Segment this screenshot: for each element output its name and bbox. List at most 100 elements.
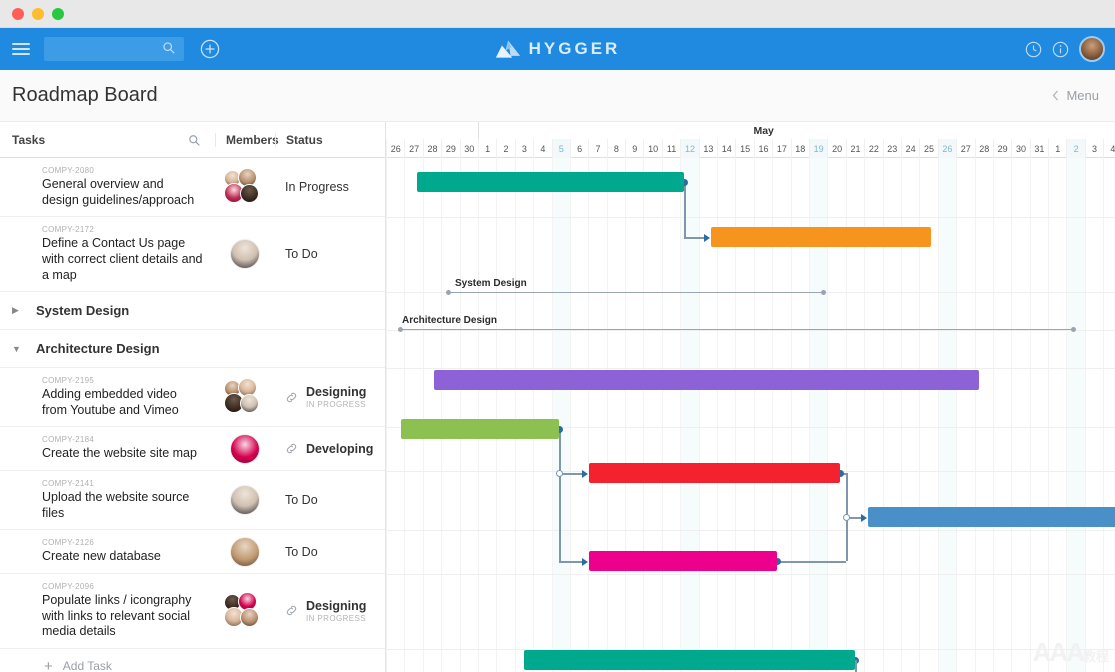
grid-column <box>1048 158 1066 672</box>
bar-general-overview[interactable] <box>417 172 684 192</box>
bar-list-function[interactable] <box>524 650 855 670</box>
day-cell[interactable]: 28 <box>974 139 993 158</box>
table-row[interactable]: COMPY-2096 Populate links / icongraphy wi… <box>0 573 385 649</box>
day-cell[interactable]: 3 <box>514 139 533 158</box>
dependency-link <box>684 182 686 237</box>
bar-contact-us-page[interactable] <box>711 227 931 247</box>
add-task-button[interactable]: + Add Task <box>0 649 385 672</box>
row-separator <box>386 530 1115 531</box>
maximize-button[interactable] <box>52 7 64 20</box>
milestone-endpoint[interactable] <box>398 327 403 332</box>
minimize-button[interactable] <box>32 7 44 20</box>
day-cell[interactable]: 8 <box>606 139 625 158</box>
status-cell[interactable]: To Do <box>275 493 385 507</box>
day-cell[interactable]: 30 <box>1011 139 1029 158</box>
day-cell[interactable]: 28 <box>422 139 441 158</box>
day-cell[interactable]: 3 <box>1084 139 1103 158</box>
avatar[interactable] <box>230 239 260 270</box>
day-cell[interactable]: 6 <box>569 139 588 158</box>
day-cell[interactable]: 24 <box>900 139 919 158</box>
day-cell[interactable]: 7 <box>588 139 606 158</box>
day-cell[interactable]: 9 <box>625 139 643 158</box>
day-cell[interactable]: 15 <box>735 139 753 158</box>
chevron-down-icon[interactable]: ▼ <box>12 344 26 354</box>
avatar[interactable] <box>230 433 260 464</box>
bar-new-database[interactable] <box>868 507 1115 527</box>
status-cell[interactable]: Designing IN PROGRESS <box>275 599 385 623</box>
day-cell[interactable]: 31 <box>1029 139 1048 158</box>
user-avatar[interactable] <box>1079 36 1105 62</box>
day-cell[interactable]: 2 <box>1066 139 1085 158</box>
clock-icon[interactable] <box>1025 41 1042 58</box>
day-cell[interactable]: 10 <box>643 139 661 158</box>
day-cell[interactable]: 19 <box>808 139 828 158</box>
avatar[interactable] <box>230 536 260 567</box>
day-cell[interactable]: 5 <box>551 139 570 158</box>
hamburger-icon[interactable] <box>12 40 30 58</box>
day-cell[interactable]: 2 <box>496 139 514 158</box>
avatar-group[interactable] <box>224 378 266 416</box>
day-cell[interactable]: 30 <box>459 139 478 158</box>
task-key: COMPY-2184 <box>42 435 95 445</box>
chevron-right-icon[interactable]: ▶ <box>12 305 26 316</box>
search-input[interactable] <box>44 37 184 61</box>
status-cell[interactable]: To Do <box>275 545 385 559</box>
day-cell[interactable]: 1 <box>477 139 496 158</box>
day-cell[interactable]: 16 <box>753 139 772 158</box>
day-cell[interactable]: 17 <box>772 139 790 158</box>
dependency-start-node[interactable] <box>555 469 563 477</box>
milestone-endpoint[interactable] <box>821 290 826 295</box>
day-cell[interactable]: 23 <box>882 139 901 158</box>
table-row[interactable]: COMPY-2195 Adding embedded video from You… <box>0 368 385 428</box>
search-icon[interactable] <box>188 134 201 147</box>
day-cell[interactable]: 4 <box>1103 139 1115 158</box>
table-row[interactable]: COMPY-2172 Define a Contact Us page with … <box>0 217 385 293</box>
bar-embedded-video[interactable] <box>434 370 979 390</box>
info-icon[interactable] <box>1052 41 1069 58</box>
menu-button[interactable]: Menu <box>1052 88 1099 103</box>
day-cell[interactable]: 4 <box>533 139 551 158</box>
hygger-logo-icon <box>495 40 520 58</box>
day-cell[interactable]: 29 <box>441 139 459 158</box>
status-cell[interactable]: Developing <box>275 442 385 456</box>
group-row-system-design[interactable]: ▶ System Design <box>0 292 385 331</box>
plus-circle-icon[interactable] <box>200 39 220 59</box>
close-button[interactable] <box>12 7 24 20</box>
table-row[interactable]: COMPY-2126 Create new database To Do <box>0 530 385 574</box>
table-row[interactable]: COMPY-2184 Create the website site map Dev… <box>0 427 385 471</box>
avatar-group[interactable] <box>224 168 266 206</box>
status-badge: To Do <box>285 493 318 508</box>
day-cell[interactable]: 27 <box>404 139 422 158</box>
day-cell[interactable]: 26 <box>937 139 957 158</box>
day-cell[interactable]: 25 <box>919 139 937 158</box>
day-cell[interactable]: 11 <box>661 139 680 158</box>
day-cell[interactable]: 22 <box>864 139 882 158</box>
group-row-architecture-design[interactable]: ▼ Architecture Design <box>0 330 385 369</box>
table-row[interactable]: COMPY-2080 General overview and design gu… <box>0 158 385 218</box>
day-cell[interactable]: 29 <box>992 139 1011 158</box>
day-cell[interactable]: 12 <box>680 139 699 158</box>
dependency-start-node[interactable] <box>842 513 850 521</box>
avatar[interactable] <box>230 485 260 516</box>
bar-source-files[interactable] <box>589 463 840 483</box>
task-rows: COMPY-2080 General overview and design gu… <box>0 158 385 672</box>
bar-populate-links[interactable] <box>589 551 777 571</box>
dependency-link <box>559 561 583 563</box>
day-cell[interactable]: 13 <box>698 139 717 158</box>
day-cell[interactable]: 14 <box>717 139 735 158</box>
status-cell[interactable]: In Progress <box>275 180 385 194</box>
avatar-group[interactable] <box>224 591 266 630</box>
day-cell[interactable]: 27 <box>956 139 974 158</box>
status-cell[interactable]: Designing IN PROGRESS <box>275 385 385 409</box>
table-row[interactable]: COMPY-2141 Upload the website source file… <box>0 471 385 531</box>
day-cell[interactable]: 18 <box>790 139 809 158</box>
grid-column <box>606 158 625 672</box>
bar-site-map[interactable] <box>401 419 559 439</box>
day-cell[interactable]: 26 <box>386 139 404 158</box>
day-cell[interactable]: 1 <box>1048 139 1066 158</box>
milestone-endpoint[interactable] <box>1071 327 1076 332</box>
milestone-endpoint[interactable] <box>446 290 451 295</box>
day-cell[interactable]: 21 <box>845 139 864 158</box>
day-cell[interactable]: 20 <box>827 139 845 158</box>
status-cell[interactable]: To Do <box>275 247 385 261</box>
